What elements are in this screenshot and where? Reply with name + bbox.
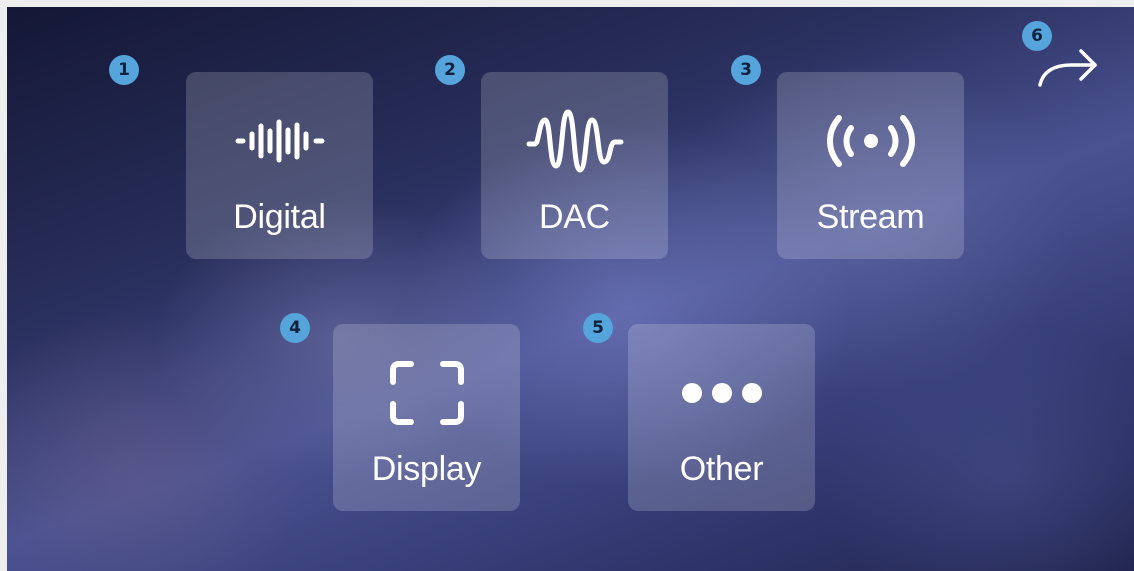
callout-badge-3: 3 (731, 55, 761, 85)
waveform-icon (186, 106, 373, 176)
forward-button[interactable] (1037, 43, 1099, 93)
display-tile[interactable]: Display (333, 324, 520, 511)
menu-screen: 1 Digital 2 DAC 3 Stream 4 Display 5 Oth… (7, 7, 1134, 571)
stream-label: Stream (816, 198, 925, 236)
more-dots-icon (628, 358, 815, 428)
other-label: Other (679, 450, 764, 488)
display-label: Display (371, 450, 482, 488)
stream-tile[interactable]: Stream (777, 72, 964, 259)
display-frame-icon (333, 358, 520, 428)
callout-badge-2: 2 (435, 55, 465, 85)
callout-badge-1: 1 (109, 55, 139, 85)
digital-label: Digital (233, 198, 326, 236)
sine-wave-icon (481, 106, 668, 176)
callout-badge-5: 5 (583, 313, 613, 343)
dac-tile[interactable]: DAC (481, 72, 668, 259)
forward-arrow-icon (1038, 49, 1097, 87)
dac-label: DAC (539, 198, 610, 236)
callout-badge-4: 4 (280, 313, 310, 343)
other-tile[interactable]: Other (628, 324, 815, 511)
digital-tile[interactable]: Digital (186, 72, 373, 259)
broadcast-icon (777, 106, 964, 176)
